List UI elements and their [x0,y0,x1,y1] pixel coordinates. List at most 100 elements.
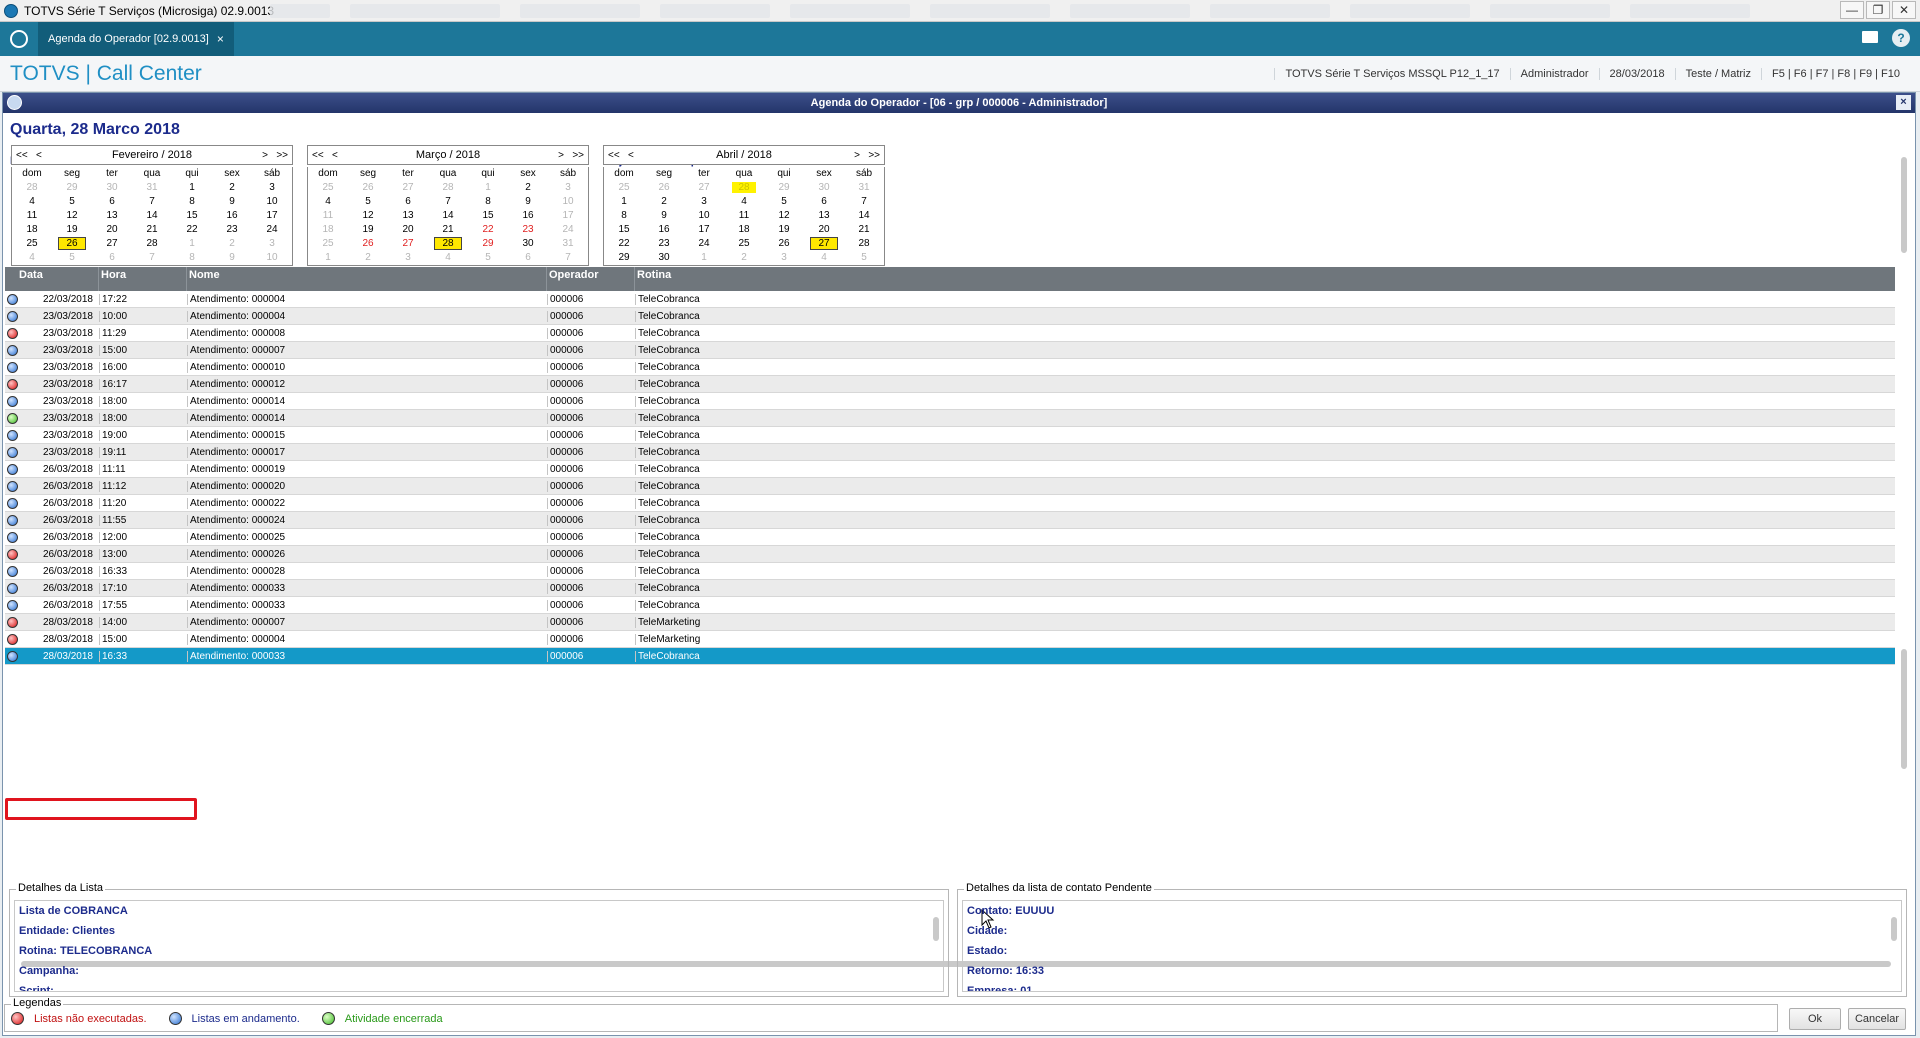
calendar-day[interactable]: 1 [308,251,348,265]
calendar-day[interactable]: 18 [724,223,764,237]
calendar-day[interactable]: 2 [348,251,388,265]
column-header-rotina[interactable]: Rotina [635,267,1895,291]
table-row[interactable]: 26/03/2018 11:11 Atendimento: 000019 000006… [5,461,1895,478]
maximize-button[interactable]: ❐ [1866,1,1890,19]
mail-icon[interactable] [1862,31,1878,43]
calendar-day[interactable]: 28 [724,181,764,195]
calendar-day[interactable]: 12 [764,209,804,223]
calendar-day[interactable]: 7 [132,251,172,265]
calendar-day[interactable]: 24 [684,237,724,251]
calendar-day[interactable]: 28 [844,237,884,251]
calendar-day[interactable]: 12 [52,209,92,223]
calendar-day[interactable]: 21 [132,223,172,237]
table-row[interactable]: 23/03/2018 10:00 Atendimento: 000004 000006… [5,308,1895,325]
calendar-day[interactable]: 31 [844,181,884,195]
calendar-day[interactable]: 3 [252,181,292,195]
calendar-day[interactable]: 10 [252,251,292,265]
calendar-day[interactable]: 1 [604,195,644,209]
calendar-day[interactable]: 26 [348,237,388,251]
calendar-day[interactable]: 20 [804,223,844,237]
column-header-nome[interactable]: Nome [187,267,547,291]
table-row[interactable]: 28/03/2018 16:33 Atendimento: 000033 000006… [5,648,1895,665]
calendar-day[interactable]: 1 [172,237,212,251]
calendar-day[interactable]: 1 [172,181,212,195]
calendar-day[interactable]: 2 [508,181,548,195]
calendar-day[interactable]: 28 [132,237,172,251]
calendar-day[interactable]: 6 [92,251,132,265]
calendar-day[interactable]: 5 [844,251,884,265]
calendar-day[interactable]: 4 [12,195,52,209]
calendar-day[interactable]: 28 [428,181,468,195]
table-row[interactable]: 26/03/2018 13:00 Atendimento: 000026 000006… [5,546,1895,563]
calendar-day[interactable]: 5 [468,251,508,265]
calendar-day[interactable]: 6 [508,251,548,265]
calendar-day[interactable]: 8 [604,209,644,223]
calendar-day[interactable]: 14 [428,209,468,223]
table-row[interactable]: 26/03/2018 16:33 Atendimento: 000028 000006… [5,563,1895,580]
calendar-day[interactable]: 2 [644,195,684,209]
prev-year-button[interactable]: << [16,150,28,161]
calendar-day[interactable]: 15 [604,223,644,237]
calendar-day[interactable]: 26 [764,237,804,251]
details-scrollbar[interactable] [931,903,941,989]
calendar-day[interactable]: 7 [548,251,588,265]
calendar-day[interactable]: 5 [52,195,92,209]
calendar-day[interactable]: 6 [92,195,132,209]
calendar-day[interactable]: 11 [12,209,52,223]
calendar-day[interactable]: 26 [52,237,92,251]
details-scrollbar[interactable] [1889,903,1899,989]
calendar-day[interactable]: 7 [428,195,468,209]
calendar-day[interactable]: 5 [764,195,804,209]
calendar-day[interactable]: 21 [844,223,884,237]
table-row[interactable]: 26/03/2018 17:10 Atendimento: 000033 000006… [5,580,1895,597]
help-icon[interactable]: ? [1892,29,1910,47]
calendar-day[interactable]: 7 [132,195,172,209]
table-row[interactable]: 28/03/2018 14:00 Atendimento: 000007 000006… [5,614,1895,631]
next-year-button[interactable]: >> [276,150,288,161]
calendar-day[interactable]: 29 [468,237,508,251]
calendar-day[interactable]: 30 [508,237,548,251]
prev-month-button[interactable]: < [332,150,338,161]
calendar-day[interactable]: 18 [12,223,52,237]
calendar-day[interactable]: 4 [724,195,764,209]
calendar-day[interactable]: 25 [604,181,644,195]
minimize-button[interactable]: — [1840,1,1864,19]
calendar-day[interactable]: 4 [428,251,468,265]
calendar-day[interactable]: 26 [348,181,388,195]
table-row[interactable]: 26/03/2018 17:55 Atendimento: 000033 000006… [5,597,1895,614]
calendar-day[interactable]: 8 [468,195,508,209]
calendar-day[interactable]: 18 [308,223,348,237]
prev-year-button[interactable]: << [312,150,324,161]
calendar-day[interactable]: 14 [132,209,172,223]
calendar-day[interactable]: 23 [508,223,548,237]
table-row[interactable]: 23/03/2018 16:17 Atendimento: 000012 000006… [5,376,1895,393]
calendar-day[interactable]: 16 [644,223,684,237]
calendar-day[interactable]: 13 [92,209,132,223]
calendar-day[interactable]: 1 [684,251,724,265]
scroll-thumb[interactable] [1901,157,1907,253]
calendar-day[interactable]: 31 [548,237,588,251]
calendar-day[interactable]: 15 [468,209,508,223]
calendar-day[interactable]: 26 [644,181,684,195]
calendar-day[interactable]: 29 [604,251,644,265]
calendar-day[interactable]: 27 [804,237,844,251]
calendar-day[interactable]: 29 [764,181,804,195]
next-year-button[interactable]: >> [868,150,880,161]
table-row[interactable]: 26/03/2018 11:20 Atendimento: 000022 000006… [5,495,1895,512]
tab-agenda-operador[interactable]: Agenda do Operador [02.9.0013] × [38,22,234,56]
calendar-day[interactable]: 22 [172,223,212,237]
calendar-day[interactable]: 27 [92,237,132,251]
calendar-day[interactable]: 21 [428,223,468,237]
calendar-day[interactable]: 8 [172,251,212,265]
table-vertical-scrollbar[interactable] [1899,359,1909,789]
ok-button[interactable]: Ok [1789,1008,1841,1030]
calendar-day[interactable]: 7 [844,195,884,209]
calendar-day[interactable]: 16 [212,209,252,223]
calendar-day[interactable]: 16 [508,209,548,223]
column-header-operador[interactable]: Operador [547,267,635,291]
prev-month-button[interactable]: < [628,150,634,161]
table-row[interactable]: 23/03/2018 15:00 Atendimento: 000007 000006… [5,342,1895,359]
calendar-day[interactable]: 4 [308,195,348,209]
table-row[interactable]: 23/03/2018 19:11 Atendimento: 000017 000006… [5,444,1895,461]
next-year-button[interactable]: >> [572,150,584,161]
